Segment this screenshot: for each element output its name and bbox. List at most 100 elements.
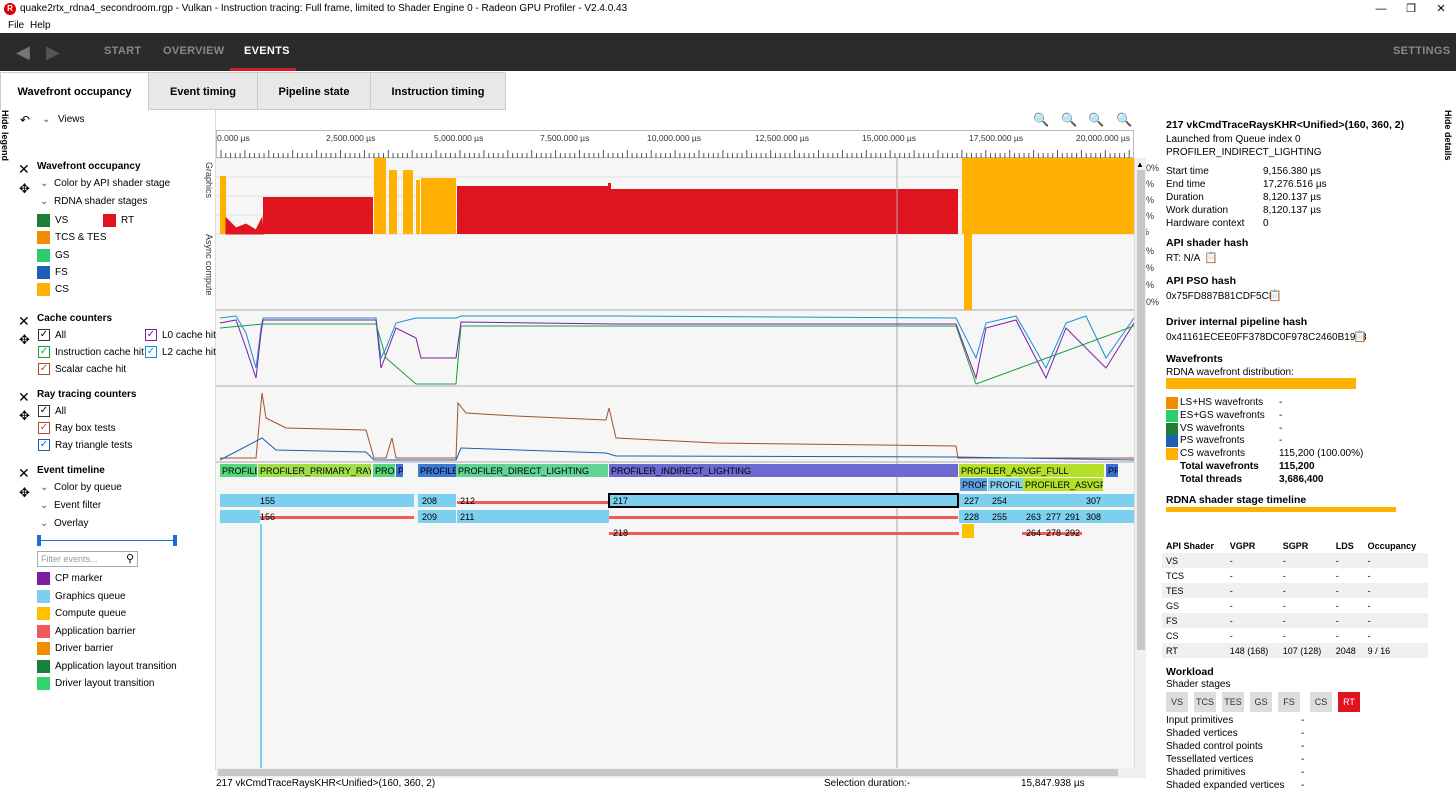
tab-instruction-timing[interactable]: Instruction timing — [370, 72, 506, 110]
search-icon[interactable]: ⚲ — [126, 552, 134, 565]
hide-legend-toggle[interactable]: Hide legend — [0, 110, 10, 161]
shader-table: API ShaderVGPRSGPRLDSOccupancy VS----TCS… — [1162, 538, 1428, 658]
ray-tri-checkbox[interactable]: ✓ — [38, 439, 50, 451]
table-row: CS---- — [1162, 628, 1428, 643]
views-dropdown[interactable]: Views — [58, 114, 85, 125]
nav-overview[interactable]: OVERVIEW — [163, 45, 225, 57]
zoom-out-icon[interactable]: 🔍 — [1116, 112, 1132, 128]
event-color-swatch — [37, 607, 50, 620]
minimize-button[interactable]: — — [1366, 0, 1396, 18]
tab-event-timing[interactable]: Event timing — [148, 72, 258, 110]
forward-arrow-icon[interactable]: ▶ — [46, 42, 60, 63]
event-legend-label: Application barrier — [55, 626, 136, 637]
horizontal-scrollbar[interactable] — [216, 768, 1146, 778]
close-icon[interactable]: ✕ — [18, 314, 30, 328]
color-by-dropdown[interactable]: Color by API shader stage — [54, 178, 170, 189]
cp-marker-label: PROFILER_PRIMARY_RAYS — [260, 466, 380, 476]
workload-title: Workload — [1166, 666, 1214, 678]
copy-icon[interactable]: 📋 — [1204, 251, 1218, 264]
event-number-label: 156 — [260, 512, 275, 522]
move-icon[interactable]: ✥ — [19, 182, 30, 195]
move-icon[interactable]: ✥ — [19, 333, 30, 346]
time-ruler[interactable]: 0.000 µs2,500.000 µs5,000.000 µs7,500.00… — [216, 130, 1134, 158]
tab-wavefront-occupancy[interactable]: Wavefront occupancy — [0, 72, 149, 110]
table-cell: 9 / 16 — [1364, 643, 1428, 658]
event-filter-dropdown[interactable]: Event filter — [54, 500, 101, 511]
wavefront-section-title: Wavefront occupancy — [37, 161, 141, 172]
stage-button[interactable]: VS — [1166, 692, 1188, 712]
stage-button[interactable]: TCS — [1194, 692, 1216, 712]
l0-cache-checkbox[interactable]: ✓ — [145, 329, 157, 341]
nav-settings[interactable]: SETTINGS — [1393, 45, 1450, 57]
table-cell: - — [1279, 613, 1332, 628]
zoom-reset-icon[interactable]: 🔍 — [1061, 112, 1077, 128]
close-icon[interactable]: ✕ — [18, 162, 30, 176]
overlay-dropdown[interactable]: Overlay — [54, 518, 88, 529]
wave-key: CS wavefronts — [1180, 448, 1245, 459]
chevron-down-icon[interactable]: ⌄ — [40, 518, 48, 529]
chevron-down-icon[interactable]: ⌄ — [42, 114, 50, 125]
chevron-down-icon[interactable]: ⌄ — [40, 482, 48, 493]
close-icon[interactable]: ✕ — [18, 390, 30, 404]
cp-marker-label: PR — [398, 466, 411, 476]
hide-details-toggle[interactable]: Hide details — [1443, 110, 1453, 161]
api-hash-value: RT: N/A — [1166, 253, 1200, 264]
time-key: Start time — [1166, 166, 1209, 177]
nav-start[interactable]: START — [104, 45, 141, 57]
l2-cache-checkbox[interactable]: ✓ — [145, 346, 157, 358]
hscroll-thumb[interactable] — [218, 769, 1118, 776]
zoom-in-icon[interactable]: 🔍 — [1088, 112, 1104, 128]
wave-color-swatch — [1166, 435, 1178, 447]
close-button[interactable]: ✕ — [1426, 0, 1456, 18]
slider-handle-left[interactable] — [37, 535, 41, 546]
undo-icon[interactable]: ↶ — [20, 113, 30, 127]
back-arrow-icon[interactable]: ◀ — [16, 42, 30, 63]
copy-icon[interactable]: 📋 — [1268, 289, 1282, 302]
shader-stages-label: Shader stages — [1166, 679, 1231, 690]
cp-marker-label: PRO — [375, 466, 395, 476]
vertical-scrollbar[interactable]: ▲ — [1134, 158, 1146, 768]
rt-all-checkbox[interactable]: ✓ — [38, 405, 50, 417]
scroll-up-icon[interactable]: ▲ — [1136, 160, 1144, 169]
instr-cache-checkbox[interactable]: ✓ — [38, 346, 50, 358]
rdna-stages-dropdown[interactable]: RDNA shader stages — [54, 196, 147, 207]
graphics-queue-event — [220, 494, 260, 507]
maximize-button[interactable]: ❐ — [1396, 0, 1426, 18]
total-waves-value: 115,200 — [1279, 461, 1315, 472]
stage-button[interactable]: TES — [1222, 692, 1244, 712]
slider-handle-right[interactable] — [173, 535, 177, 546]
event-number-label: 292 — [1065, 528, 1080, 538]
stage-button[interactable]: CS — [1310, 692, 1332, 712]
color-by-queue-dropdown[interactable]: Color by queue — [54, 482, 122, 493]
zoom-to-selection-icon[interactable]: 🔍 — [1033, 112, 1049, 128]
stage-button[interactable]: RT — [1338, 692, 1360, 712]
wave-color-swatch — [1166, 448, 1178, 460]
nav-events[interactable]: EVENTS — [244, 45, 290, 57]
chevron-down-icon[interactable]: ⌄ — [40, 178, 48, 189]
move-icon[interactable]: ✥ — [19, 409, 30, 422]
cache-all-checkbox[interactable]: ✓ — [38, 329, 50, 341]
stage-button[interactable]: FS — [1278, 692, 1300, 712]
timeline-canvas[interactable]: PROFILER_FRAPROFILER_PRIMARY_RAYSPROPRPR… — [216, 158, 1134, 768]
stage-label: RT — [121, 215, 134, 226]
close-icon[interactable]: ✕ — [18, 466, 30, 480]
scrollbar-thumb[interactable] — [1137, 170, 1145, 650]
move-icon[interactable]: ✥ — [19, 486, 30, 499]
menu-help[interactable]: Help — [30, 20, 51, 31]
table-cell: - — [1279, 628, 1332, 643]
table-cell: - — [1279, 583, 1332, 598]
menu-file[interactable]: File — [8, 20, 24, 31]
scalar-cache-checkbox[interactable]: ✓ — [38, 363, 50, 375]
table-cell: - — [1226, 613, 1279, 628]
ray-box-checkbox[interactable]: ✓ — [38, 422, 50, 434]
filter-events-input[interactable]: Filter events... ⚲ — [37, 551, 138, 567]
chevron-down-icon[interactable]: ⌄ — [40, 196, 48, 207]
chevron-down-icon[interactable]: ⌄ — [40, 500, 48, 511]
copy-icon[interactable]: 📋 — [1353, 330, 1367, 343]
tab-pipeline-state[interactable]: Pipeline state — [257, 72, 371, 110]
driver-hash-title: Driver internal pipeline hash — [1166, 316, 1307, 328]
stage-button[interactable]: GS — [1250, 692, 1272, 712]
range-slider[interactable] — [38, 540, 176, 541]
wave-value: - — [1279, 410, 1282, 421]
table-cell: TCS — [1162, 568, 1226, 583]
